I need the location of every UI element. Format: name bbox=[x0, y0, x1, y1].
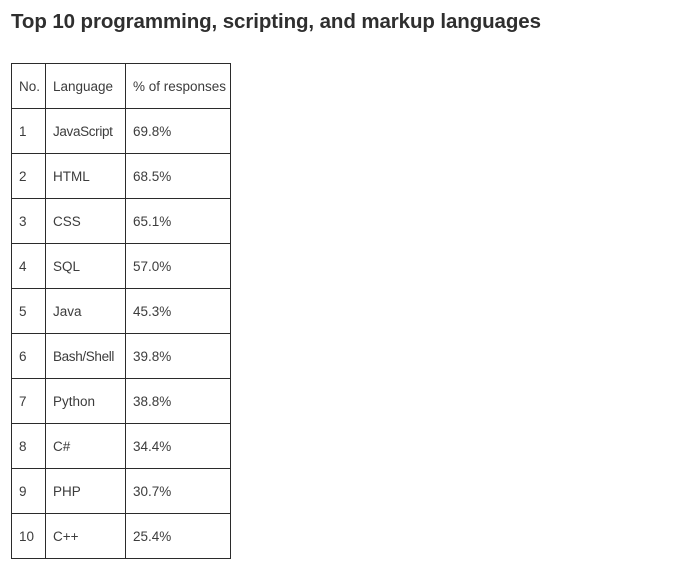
table-row: 5 Java 45.3% bbox=[11, 288, 231, 334]
cell-no: 10 bbox=[11, 513, 46, 559]
cell-percent: 38.8% bbox=[125, 378, 231, 424]
cell-language: C# bbox=[45, 423, 126, 469]
cell-percent: 30.7% bbox=[125, 468, 231, 514]
column-header-percent: % of responses bbox=[125, 63, 231, 109]
cell-no: 3 bbox=[11, 198, 46, 244]
cell-no: 4 bbox=[11, 243, 46, 289]
table-row: 1 JavaScript 69.8% bbox=[11, 108, 231, 154]
cell-percent: 68.5% bbox=[125, 153, 231, 199]
table-row: 4 SQL 57.0% bbox=[11, 243, 231, 289]
table-row: 2 HTML 68.5% bbox=[11, 153, 231, 199]
table-header-row: No. Language % of responses bbox=[11, 63, 231, 109]
cell-no: 7 bbox=[11, 378, 46, 424]
table-row: 10 C++ 25.4% bbox=[11, 513, 231, 559]
table-row: 3 CSS 65.1% bbox=[11, 198, 231, 244]
cell-language: Bash/Shell bbox=[45, 333, 126, 379]
cell-no: 1 bbox=[11, 108, 46, 154]
languages-table-container: No. Language % of responses 1 JavaScript… bbox=[11, 63, 231, 559]
table-row: 6 Bash/Shell 39.8% bbox=[11, 333, 231, 379]
page-title: Top 10 programming, scripting, and marku… bbox=[11, 10, 541, 33]
cell-percent: 39.8% bbox=[125, 333, 231, 379]
cell-no: 5 bbox=[11, 288, 46, 334]
languages-table: No. Language % of responses 1 JavaScript… bbox=[11, 63, 231, 559]
cell-language: CSS bbox=[45, 198, 126, 244]
column-header-no: No. bbox=[11, 63, 46, 109]
cell-no: 2 bbox=[11, 153, 46, 199]
cell-percent: 69.8% bbox=[125, 108, 231, 154]
cell-language: JavaScript bbox=[45, 108, 126, 154]
cell-language: Python bbox=[45, 378, 126, 424]
cell-percent: 57.0% bbox=[125, 243, 231, 289]
column-header-language: Language bbox=[45, 63, 126, 109]
cell-language: PHP bbox=[45, 468, 126, 514]
cell-language: C++ bbox=[45, 513, 126, 559]
cell-percent: 25.4% bbox=[125, 513, 231, 559]
cell-percent: 65.1% bbox=[125, 198, 231, 244]
table-row: 8 C# 34.4% bbox=[11, 423, 231, 469]
cell-no: 8 bbox=[11, 423, 46, 469]
table-header: No. Language % of responses bbox=[11, 63, 231, 109]
page-root: Top 10 programming, scripting, and marku… bbox=[0, 0, 696, 576]
cell-language: Java bbox=[45, 288, 126, 334]
table-row: 7 Python 38.8% bbox=[11, 378, 231, 424]
cell-language: HTML bbox=[45, 153, 126, 199]
cell-percent: 45.3% bbox=[125, 288, 231, 334]
cell-percent: 34.4% bbox=[125, 423, 231, 469]
cell-language: SQL bbox=[45, 243, 126, 289]
cell-no: 6 bbox=[11, 333, 46, 379]
table-body: 1 JavaScript 69.8% 2 HTML 68.5% 3 CSS 65… bbox=[11, 108, 231, 559]
cell-no: 9 bbox=[11, 468, 46, 514]
table-row: 9 PHP 30.7% bbox=[11, 468, 231, 514]
